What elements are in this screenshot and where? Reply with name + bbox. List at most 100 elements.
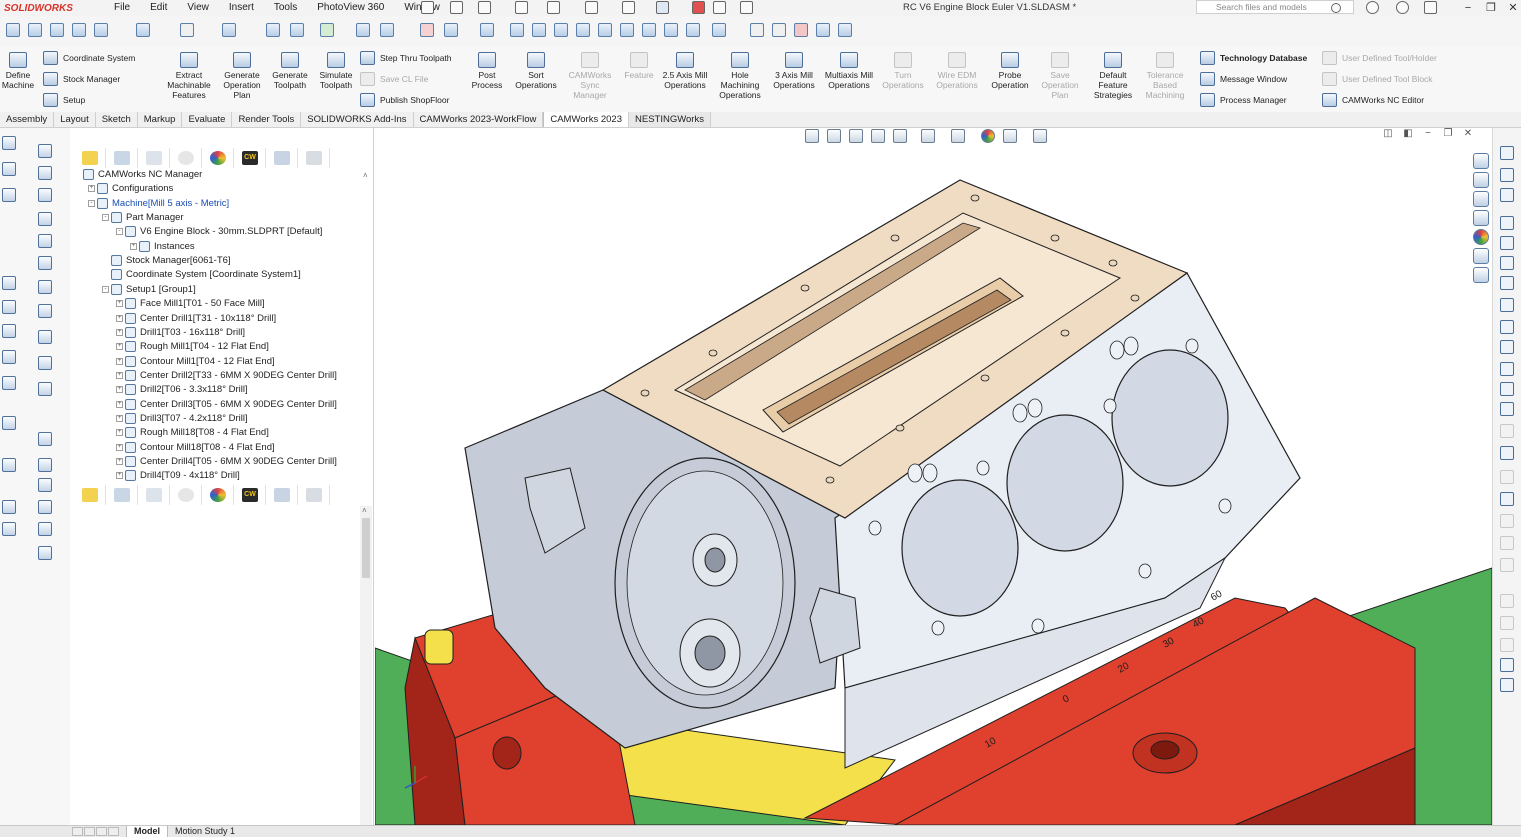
help-icon[interactable] [1396, 1, 1409, 14]
print-icon[interactable] [547, 1, 560, 14]
record-icon[interactable] [794, 23, 808, 37]
linear-pattern-tool-icon[interactable] [1500, 558, 1514, 572]
strip-icon-10[interactable] [2, 276, 16, 290]
mirror-entities-icon[interactable] [1500, 536, 1514, 550]
stop-icon[interactable] [772, 23, 786, 37]
strip-icon-15[interactable] [38, 330, 52, 344]
select-icon[interactable] [656, 1, 669, 14]
view-palette-icon[interactable] [1473, 210, 1489, 226]
rectangle-tool-icon[interactable] [1500, 236, 1514, 250]
tree-node[interactable]: + Contour Mill1[T04 - 12 Flat End] [116, 355, 275, 368]
strip-icon-13[interactable] [38, 304, 52, 318]
strip-icon-24[interactable] [38, 478, 52, 492]
home-icon[interactable] [421, 1, 434, 14]
message-window-button[interactable]: Message Window [1200, 72, 1287, 86]
text-tool-icon[interactable] [1500, 446, 1514, 460]
redo-icon[interactable] [622, 1, 635, 14]
tree-node[interactable]: + Drill3[T07 - 4.2x118° Drill] [116, 412, 248, 425]
line-tool-icon[interactable] [1500, 216, 1514, 230]
rapid-sketch-icon[interactable] [1500, 678, 1514, 692]
strip-icon-1[interactable] [2, 136, 16, 150]
tree-node[interactable]: - Machine[Mill 5 axis - Metric] [88, 197, 229, 210]
gear-settings-icon[interactable] [444, 23, 458, 37]
cube-back-icon[interactable] [620, 23, 634, 37]
collapse-minus-icon[interactable]: - [116, 228, 123, 235]
strip-icon-5[interactable] [2, 188, 16, 202]
cube-trimetric-icon[interactable] [686, 23, 700, 37]
point-tool-icon[interactable] [1500, 402, 1514, 416]
step-thru-toolpath-button[interactable]: Step Thru Toolpath [360, 51, 452, 65]
file-explorer-icon[interactable] [1473, 191, 1489, 207]
tree-node[interactable]: + Center Drill2[T33 - 6MM X 90DEG Center … [116, 369, 337, 382]
coordinate-system-button[interactable]: Coordinate System [43, 51, 135, 65]
strip-icon-2[interactable] [38, 144, 52, 158]
generate-toolpath-button[interactable]: Generate Toolpath [268, 52, 312, 90]
smart-dimension-tool-icon[interactable] [1500, 188, 1514, 202]
cube-bottom-icon[interactable] [642, 23, 656, 37]
expand-plus-icon[interactable]: + [116, 300, 123, 307]
user-defined-tool-holder-button[interactable]: User Defined Tool/Holder [1322, 51, 1437, 65]
tab-evaluate[interactable]: Evaluate [182, 112, 233, 127]
ellipse-tool-icon[interactable] [1500, 340, 1514, 354]
expand-plus-icon[interactable]: + [116, 458, 123, 465]
save-icon[interactable] [515, 1, 528, 14]
move-entities-icon[interactable] [1500, 594, 1514, 608]
expand-plus-icon[interactable]: + [116, 343, 123, 350]
expand-plus-icon[interactable]: + [130, 243, 137, 250]
strip-icon-21[interactable] [38, 432, 52, 446]
save-operation-plan-button[interactable]: Save Operation Plan [1036, 52, 1084, 100]
select-tool-icon[interactable] [1500, 146, 1514, 160]
strip-icon-11[interactable] [38, 280, 52, 294]
menu-file[interactable]: File [104, 0, 140, 16]
tab-operation-tree-2[interactable] [266, 485, 298, 505]
expand-plus-icon[interactable]: + [116, 386, 123, 393]
tab-assembly[interactable]: Assembly [0, 112, 55, 127]
strip-icon-19[interactable] [38, 382, 52, 396]
tree-node[interactable]: + Center Drill1[T31 - 10x118° Drill] [116, 312, 276, 325]
smart-dimension-icon[interactable] [6, 23, 20, 37]
tab-camworks-2023[interactable]: CAMWorks 2023 [543, 112, 629, 127]
red-stop-icon[interactable] [420, 23, 434, 37]
menu-photoview[interactable]: PhotoView 360 [307, 0, 394, 16]
tree-node[interactable]: + Rough Mill18[T08 - 4 Flat End] [116, 426, 269, 439]
tab-sketch[interactable]: Sketch [96, 112, 138, 127]
menu-tools[interactable]: Tools [264, 0, 307, 16]
strip-icon-3[interactable] [2, 162, 16, 176]
strip-icon-18[interactable] [2, 376, 16, 390]
solidworks-logo[interactable]: SOLIDWORKS [4, 3, 104, 14]
instant3d-icon[interactable] [380, 23, 394, 37]
tab-display-manager-2[interactable] [202, 485, 234, 505]
tab-markup[interactable]: Markup [138, 112, 183, 127]
tree-node[interactable]: - V6 Engine Block - 30mm.SLDPRT [Default] [116, 225, 322, 238]
strip-icon-8[interactable] [38, 234, 52, 248]
collapse-minus-icon[interactable]: - [102, 214, 109, 221]
sync-manager-button[interactable]: CAMWorks Sync Manager [564, 52, 616, 100]
linear-pattern-icon[interactable] [72, 23, 86, 37]
trim-tool-icon[interactable] [1500, 470, 1514, 484]
wire-edm-button[interactable]: Wire EDM Operations [930, 52, 984, 90]
feature-button[interactable]: Feature [618, 52, 660, 80]
user-account-icon[interactable] [1366, 1, 1379, 14]
expand-plus-icon[interactable]: + [116, 329, 123, 336]
anchor-icon[interactable] [480, 23, 494, 37]
tree-node[interactable]: CAMWorks NC Manager [83, 168, 202, 181]
sketch-icon[interactable] [1500, 168, 1514, 182]
tree-node[interactable]: + Configurations [88, 182, 173, 195]
tab-property-manager[interactable] [106, 148, 138, 168]
design-library-icon[interactable] [1473, 172, 1489, 188]
minimize-icon[interactable]: − [1460, 0, 1476, 16]
mill-3-axis-button[interactable]: 3 Axis Mill Operations [768, 52, 820, 90]
generate-operation-plan-button[interactable]: Generate Operation Plan [218, 52, 266, 100]
scissors-icon[interactable] [290, 23, 304, 37]
solidworks-forum-icon[interactable] [1473, 267, 1489, 283]
tolerance-based-machining-button[interactable]: Tolerance Based Machining [1140, 52, 1190, 100]
strip-icon-23[interactable] [38, 458, 52, 472]
tree-node[interactable]: + Drill2[T06 - 3.3x118° Drill] [116, 383, 248, 396]
mate-icon[interactable] [50, 23, 64, 37]
close-icon[interactable]: ✕ [1505, 0, 1521, 16]
default-feature-strategies-button[interactable]: Default Feature Strategies [1088, 52, 1138, 100]
tab-operation-tree[interactable] [266, 148, 298, 168]
fillet-tool-icon[interactable] [1500, 362, 1514, 376]
first-tab-arrow-icon[interactable] [72, 827, 83, 836]
strip-icon-22[interactable] [2, 458, 16, 472]
